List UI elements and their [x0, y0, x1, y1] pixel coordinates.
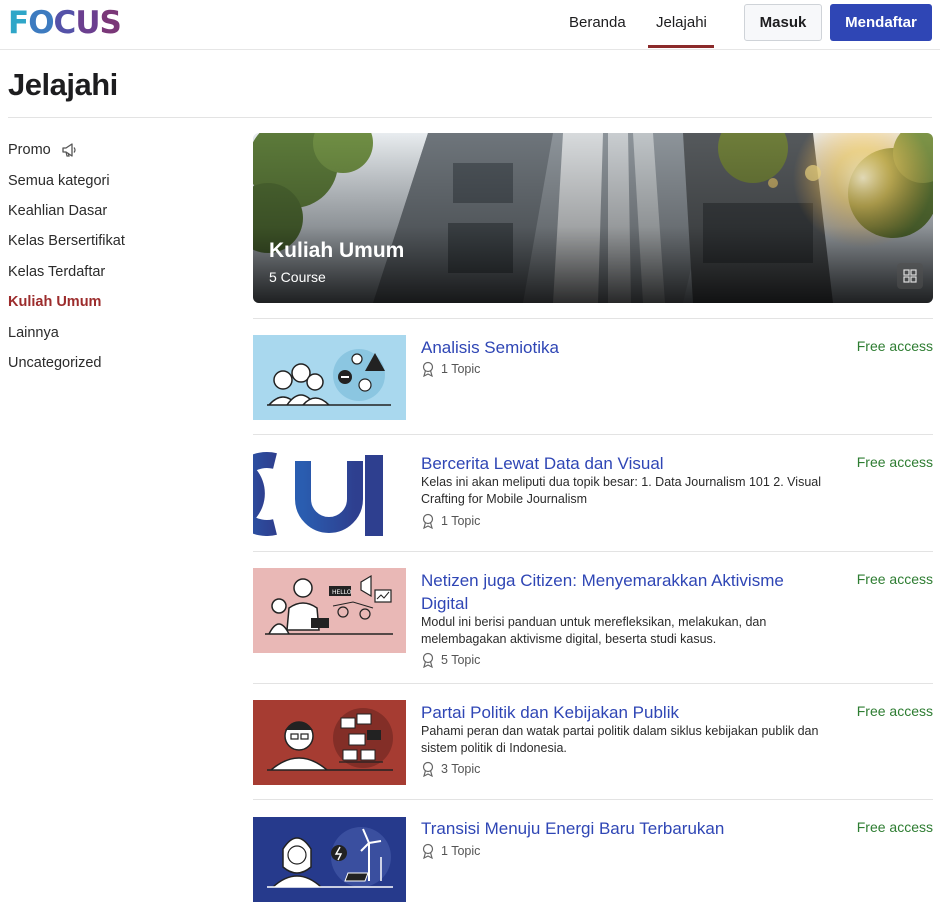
course-title[interactable]: Partai Politik dan Kebijakan Publik — [421, 701, 831, 724]
course-item-netizen-juga-citizen[interactable]: HELLO Netizen juga Citizen: Menyemarakka… — [253, 551, 933, 684]
award-icon — [422, 761, 434, 777]
sidebar-item-label: Lainnya — [8, 324, 59, 341]
topic-count-label: 3 Topic — [441, 762, 481, 776]
course-item-analisis-semiotika[interactable]: Analisis Semiotika 1 Topic Free access — [253, 318, 933, 435]
logo-letter: U — [75, 5, 100, 41]
course-thumbnail[interactable]: HELLO — [253, 568, 406, 653]
course-title[interactable]: Analisis Semiotika — [421, 336, 831, 359]
category-banner: Kuliah Umum 5 Course — [253, 133, 933, 303]
grid-icon — [903, 269, 917, 283]
sidebar-item-promo[interactable]: Promo — [8, 135, 228, 165]
course-topic-count: 1 Topic — [421, 361, 480, 377]
course-thumbnail[interactable] — [253, 451, 406, 536]
category-sidebar: Promo Semua kategori Keahlian Dasar Kela… — [8, 135, 228, 378]
page-title: Jelajahi — [8, 67, 118, 102]
course-item-partai-politik[interactable]: Partai Politik dan Kebijakan Publik Paha… — [253, 683, 933, 800]
sidebar-item-lainnya[interactable]: Lainnya — [8, 317, 228, 347]
course-item-bercerita-lewat-data[interactable]: Bercerita Lewat Data dan Visual Kelas in… — [253, 434, 933, 552]
login-button[interactable]: Masuk — [744, 4, 822, 41]
top-nav-bar: FOCUS Beranda Jelajahi Masuk Mendaftar — [0, 0, 940, 50]
course-illustration: HELLO — [265, 574, 393, 635]
free-access-badge: Free access — [856, 338, 933, 354]
topic-count-label: 1 Topic — [441, 844, 481, 858]
sidebar-item-label: Kelas Bersertifikat — [8, 233, 125, 250]
course-thumbnail[interactable] — [253, 335, 406, 420]
course-description: Modul ini berisi panduan untuk merefleks… — [421, 615, 767, 646]
sidebar-item-label: Kuliah Umum — [8, 294, 102, 311]
course-topic-count: 1 Topic — [421, 513, 480, 529]
course-description: Kelas ini akan meliputi dua topik besar:… — [421, 475, 821, 506]
topic-count-label: 1 Topic — [441, 514, 481, 528]
free-access-badge: Free access — [856, 571, 933, 587]
course-title[interactable]: Netizen juga Citizen: Menyemarakkan Akti… — [421, 569, 831, 615]
free-access-badge: Free access — [856, 703, 933, 719]
course-item-transisi-energi[interactable]: Transisi Menuju Energi Baru Terbarukan 1… — [253, 799, 933, 906]
logo-letter: O — [28, 5, 54, 41]
course-description: Pahami peran dan watak partai politik da… — [421, 724, 819, 755]
logo-letter: C — [53, 5, 77, 41]
course-topic-count: 1 Topic — [421, 843, 480, 859]
course-title[interactable]: Transisi Menuju Energi Baru Terbarukan — [421, 817, 831, 840]
sidebar-item-uncategorized[interactable]: Uncategorized — [8, 348, 228, 378]
sidebar-item-kuliah-umum[interactable]: Kuliah Umum — [8, 287, 228, 317]
sidebar-item-label: Keahlian Dasar — [8, 202, 108, 219]
course-topic-count: 5 Topic — [421, 652, 480, 668]
grid-view-button[interactable] — [897, 263, 923, 289]
award-icon — [422, 652, 434, 668]
course-title[interactable]: Bercerita Lewat Data dan Visual — [421, 452, 831, 475]
sidebar-item-semua-kategori[interactable]: Semua kategori — [8, 165, 228, 195]
sidebar-item-kelas-bersertifikat[interactable]: Kelas Bersertifikat — [8, 226, 228, 256]
active-nav-indicator — [648, 45, 714, 48]
sidebar-item-kelas-terdaftar[interactable]: Kelas Terdaftar — [8, 257, 228, 287]
register-button[interactable]: Mendaftar — [830, 4, 932, 41]
free-access-badge: Free access — [856, 819, 933, 835]
megaphone-icon — [62, 143, 76, 157]
svg-text:HELLO: HELLO — [332, 589, 352, 596]
banner-title: Kuliah Umum — [269, 239, 405, 262]
logo-letter: S — [99, 5, 122, 41]
sidebar-item-keahlian-dasar[interactable]: Keahlian Dasar — [8, 196, 228, 226]
award-icon — [422, 361, 434, 377]
course-illustration — [267, 349, 391, 406]
topic-count-label: 1 Topic — [441, 362, 481, 376]
course-thumbnail[interactable] — [253, 817, 406, 902]
sidebar-item-label: Promo — [8, 142, 51, 159]
award-icon — [422, 843, 434, 859]
sidebar-item-label: Semua kategori — [8, 172, 110, 189]
course-thumbnail[interactable] — [253, 700, 406, 785]
course-illustration — [267, 708, 393, 771]
focus-logo[interactable]: FOCUS — [8, 5, 122, 41]
sidebar-item-label: Kelas Terdaftar — [8, 263, 106, 280]
course-illustration — [267, 827, 393, 888]
course-illustration — [253, 452, 383, 536]
sidebar-item-label: Uncategorized — [8, 354, 102, 371]
free-access-badge: Free access — [856, 454, 933, 470]
banner-building-image — [253, 133, 933, 303]
award-icon — [422, 513, 434, 529]
course-topic-count: 3 Topic — [421, 761, 480, 777]
logo-letter: F — [8, 5, 29, 41]
banner-course-count: 5 Course — [269, 269, 326, 285]
divider — [8, 117, 932, 118]
nav-link-jelajahi[interactable]: Jelajahi — [656, 14, 707, 31]
topic-count-label: 5 Topic — [441, 653, 481, 667]
nav-link-beranda[interactable]: Beranda — [569, 14, 626, 31]
